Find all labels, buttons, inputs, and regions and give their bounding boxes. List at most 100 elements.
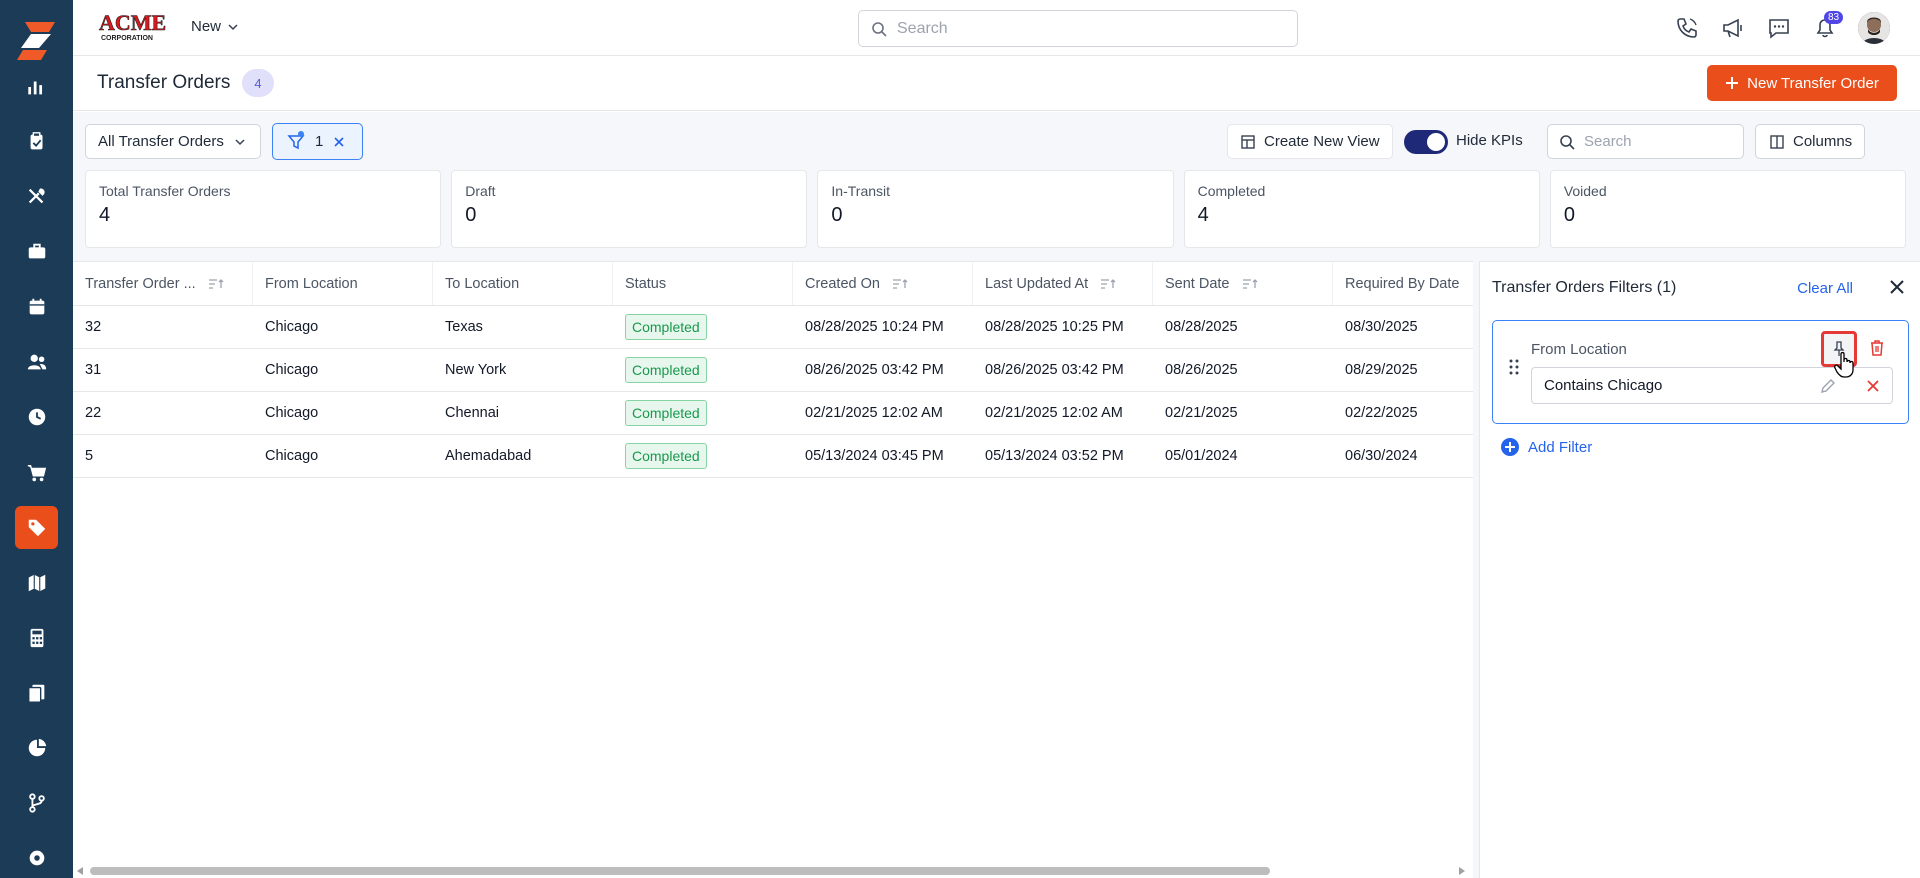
table-body: 32 Chicago Texas Completed 08/28/2025 10:24 … [73,306,1473,478]
table-cell: 08/26/2025 03:42 PM [985,362,1124,378]
status-badge: Completed [625,400,707,426]
kpi-label: Voided [1563,183,1607,199]
phone-icon[interactable] [1674,15,1700,41]
table-search-input[interactable]: Search [1547,124,1744,159]
sidebar-item-cart[interactable] [15,451,58,494]
delete-filter-icon[interactable] [1867,338,1887,358]
table-cell: Completed [613,435,793,477]
sort-icon[interactable] [1242,278,1258,290]
sidebar-item-map[interactable] [15,561,58,604]
column-header[interactable]: Transfer Order ... [73,262,253,305]
remove-filter-value-icon[interactable] [1864,377,1882,395]
new-menu-dropdown[interactable]: New [191,18,239,35]
bell-icon[interactable]: 83 [1812,11,1844,41]
table-cell: 08/29/2025 [1345,362,1418,378]
tag-icon [26,517,48,539]
add-filter-button[interactable]: Add Filter [1500,437,1592,457]
column-header[interactable]: To Location [433,262,613,305]
column-header-label: From Location [265,275,358,292]
kpi-label: Completed [1197,183,1266,199]
sidebar-item-tag[interactable] [15,506,58,549]
table-row[interactable]: 31 Chicago New York Completed 08/26/2025 03:… [73,349,1473,392]
new-menu-label: New [191,18,222,35]
table-cell: 02/21/2025 [1165,405,1238,421]
sidebar-item-clock[interactable] [15,395,58,438]
sidebar-item-clipboard[interactable] [15,120,58,163]
sidebar-item-briefcase[interactable] [15,230,58,273]
table-cell: 06/30/2024 [1345,448,1418,464]
column-header[interactable]: Required By Date [1333,262,1473,305]
sidebar-item-users[interactable] [15,340,58,383]
sidebar-item-pie-chart[interactable] [15,726,58,769]
app-logo-icon[interactable] [17,20,57,62]
create-new-view-label: Create New View [1264,133,1380,150]
megaphone-icon[interactable] [1720,15,1746,41]
kpi-value: 0 [465,204,477,226]
sort-icon[interactable] [208,278,224,290]
view-selector-dropdown[interactable]: All Transfer Orders [85,124,261,159]
sidebar [0,0,73,878]
table-header-row: Transfer Order ... From Location To Locati… [73,262,1473,306]
sidebar-item-settings[interactable] [15,836,58,878]
table-row[interactable]: 32 Chicago Texas Completed 08/28/2025 10:24 … [73,306,1473,349]
column-header[interactable]: Last Updated At [973,262,1153,305]
clear-all-filters-link[interactable]: Clear All [1797,280,1853,297]
sidebar-item-branch[interactable] [15,781,58,824]
filter-field-label: From Location [1531,341,1627,358]
sidebar-item-calendar[interactable] [15,285,58,328]
table-cell: 02/22/2025 [1345,405,1418,421]
chevron-down-icon [234,136,246,148]
kpi-value: 4 [99,204,111,226]
sidebar-item-tools[interactable] [15,175,58,218]
table-cell: New York [445,362,507,378]
column-header[interactable]: Sent Date [1153,262,1333,305]
table-cell: 08/28/2025 10:25 PM [985,319,1124,335]
table-row[interactable]: 5 Chicago Ahemadabad Completed 05/13/2024 03… [73,435,1473,478]
brand-logo[interactable]: ACME CORPORATION [97,10,169,42]
sort-icon[interactable] [892,278,908,290]
column-header-label: Status [625,275,667,292]
column-header[interactable]: Status [613,262,793,305]
pie-chart-icon [26,737,48,759]
hide-kpis-label: Hide KPIs [1456,132,1523,149]
columns-button[interactable]: Columns [1755,124,1865,159]
close-icon[interactable] [1888,278,1906,296]
sidebar-item-calculator[interactable] [15,616,58,659]
scroll-right-arrow-icon[interactable] [1459,867,1465,875]
record-count-badge: 4 [242,69,274,97]
column-header[interactable]: From Location [253,262,433,305]
user-avatar[interactable] [1858,12,1890,44]
sidebar-item-documents[interactable] [15,671,58,714]
table-cell: Chicago [265,319,319,335]
table-cell: Chicago [265,362,319,378]
table-cell: 02/21/2025 12:02 AM [805,405,943,421]
status-badge: Completed [625,357,707,383]
column-header[interactable]: Created On [793,262,973,305]
filters-panel: Transfer Orders Filters (1) Clear All Fr… [1479,261,1920,878]
sidebar-item-chart[interactable] [15,65,58,108]
table-row[interactable]: 22 Chicago Chennai Completed 02/21/2025 12:0… [73,392,1473,435]
horizontal-scrollbar[interactable] [73,864,1473,878]
active-filter-chip[interactable]: 1 [272,123,363,160]
drag-handle-icon[interactable] [1509,359,1519,375]
table-cell: 32 [85,319,102,335]
column-header-label: Sent Date [1165,275,1230,292]
transfer-orders-table: Transfer Order ... From Location To Locati… [73,261,1473,878]
table-cell: 5 [85,448,94,464]
briefcase-icon [26,241,48,263]
chat-icon[interactable] [1766,15,1792,41]
edit-filter-icon[interactable] [1819,377,1837,395]
hand-cursor-icon [1833,351,1857,379]
columns-icon [1769,134,1785,150]
cart-icon [26,462,48,484]
table-cell: Chennai [445,405,500,421]
sort-icon[interactable] [1100,278,1116,290]
hide-kpis-toggle[interactable] [1404,130,1448,154]
clear-filter-icon[interactable] [333,136,345,148]
table-cell: 05/01/2024 [1165,448,1238,464]
create-new-view-button[interactable]: Create New View [1227,124,1393,159]
scrollbar-thumb[interactable] [90,867,1270,875]
scroll-left-arrow-icon[interactable] [77,867,83,875]
global-search-input[interactable]: Search [858,10,1298,47]
new-transfer-order-button[interactable]: New Transfer Order [1707,65,1897,101]
